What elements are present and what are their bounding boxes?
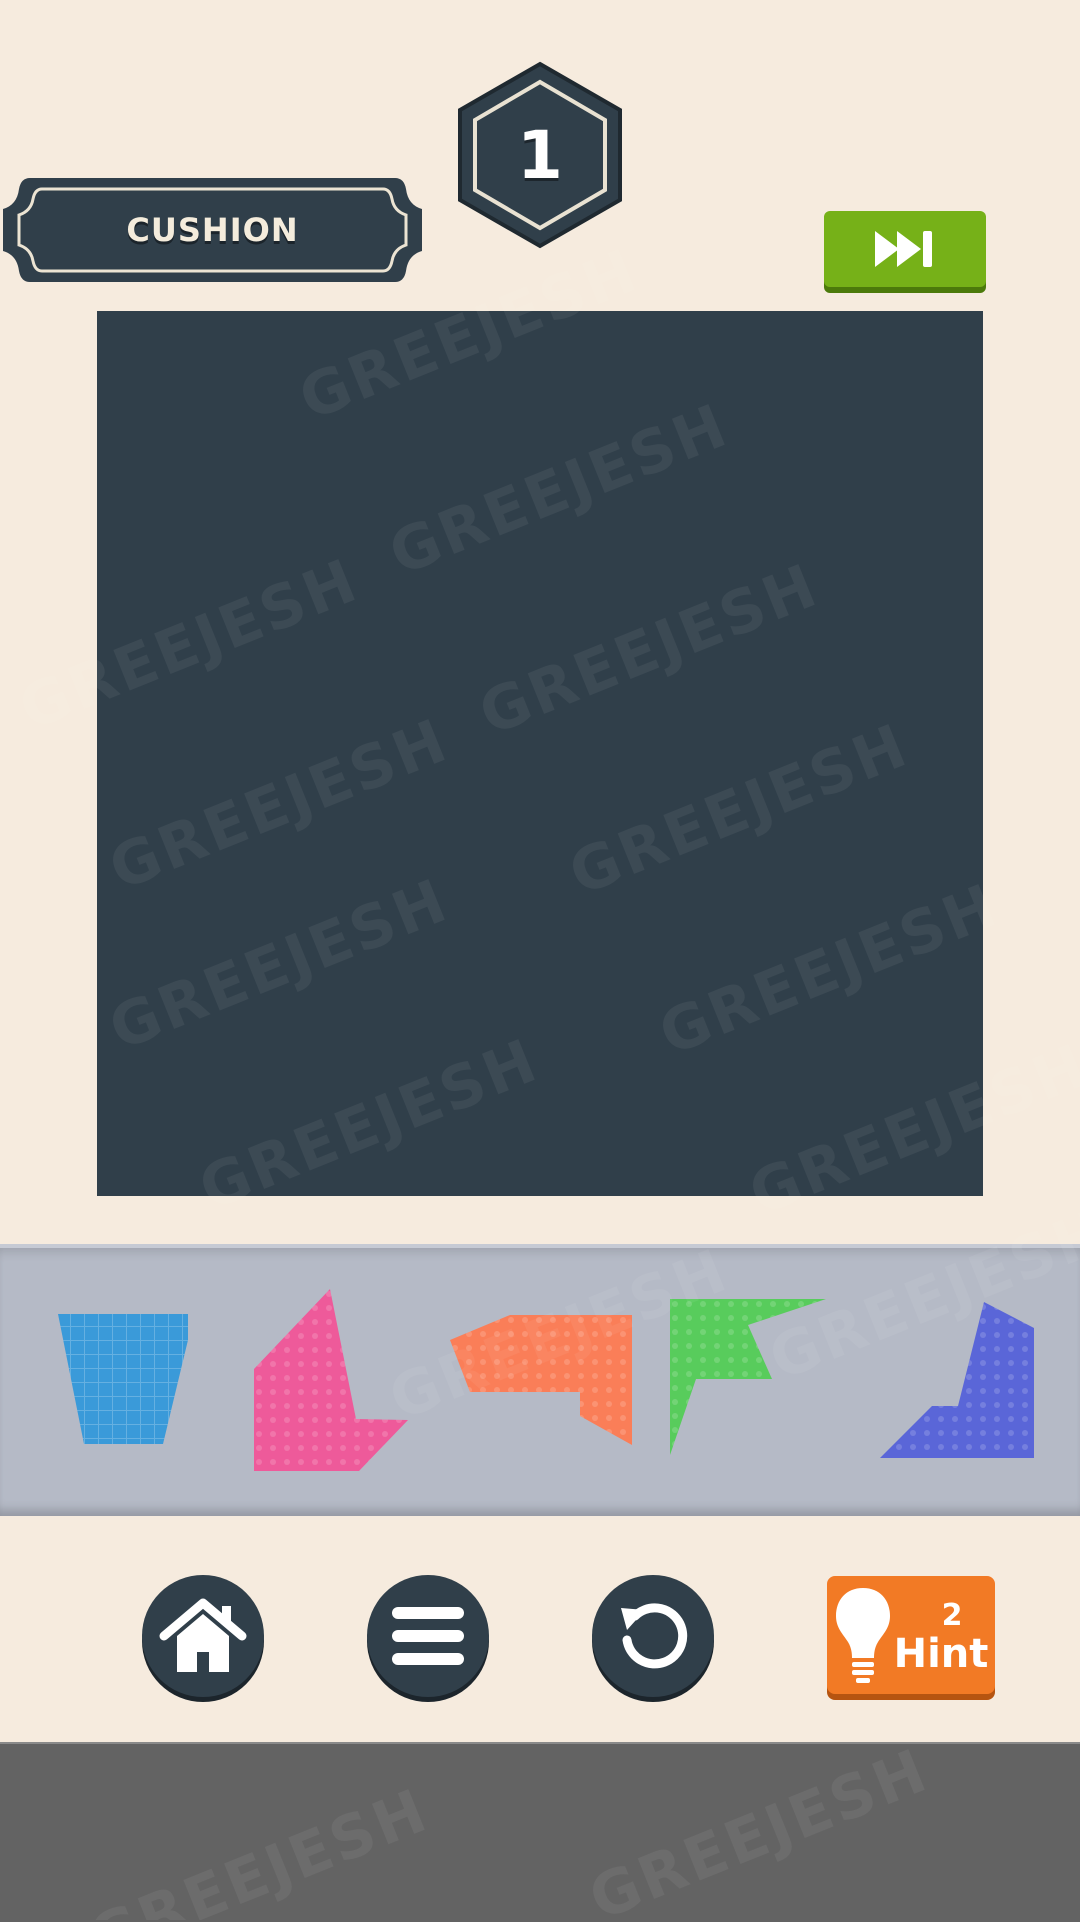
orange-hook-piece[interactable]	[448, 1313, 634, 1447]
footer-bar	[0, 1742, 1080, 1922]
restart-button[interactable]	[592, 1575, 714, 1697]
home-icon	[159, 1598, 247, 1672]
restart-icon	[621, 1603, 688, 1669]
puzzle-board[interactable]	[97, 311, 983, 1196]
fast-forward-icon	[875, 231, 932, 267]
blue-trapezoid-piece[interactable]	[56, 1312, 190, 1446]
menu-icon	[392, 1607, 464, 1665]
skip-level-button[interactable]	[824, 211, 986, 287]
green-arrow-piece[interactable]	[668, 1297, 828, 1457]
hint-button[interactable]: 2 Hint	[827, 1576, 995, 1694]
hint-count: 2	[941, 1598, 963, 1633]
level-name: CUSHION	[126, 211, 299, 249]
hint-label: Hint	[893, 1631, 989, 1677]
lightbulb-icon	[836, 1588, 890, 1683]
pink-pentagon-piece[interactable]	[252, 1287, 412, 1473]
level-number: 1	[517, 116, 563, 194]
home-button[interactable]	[142, 1575, 264, 1697]
purple-wedge-piece[interactable]	[878, 1300, 1036, 1460]
menu-button[interactable]	[367, 1575, 489, 1697]
